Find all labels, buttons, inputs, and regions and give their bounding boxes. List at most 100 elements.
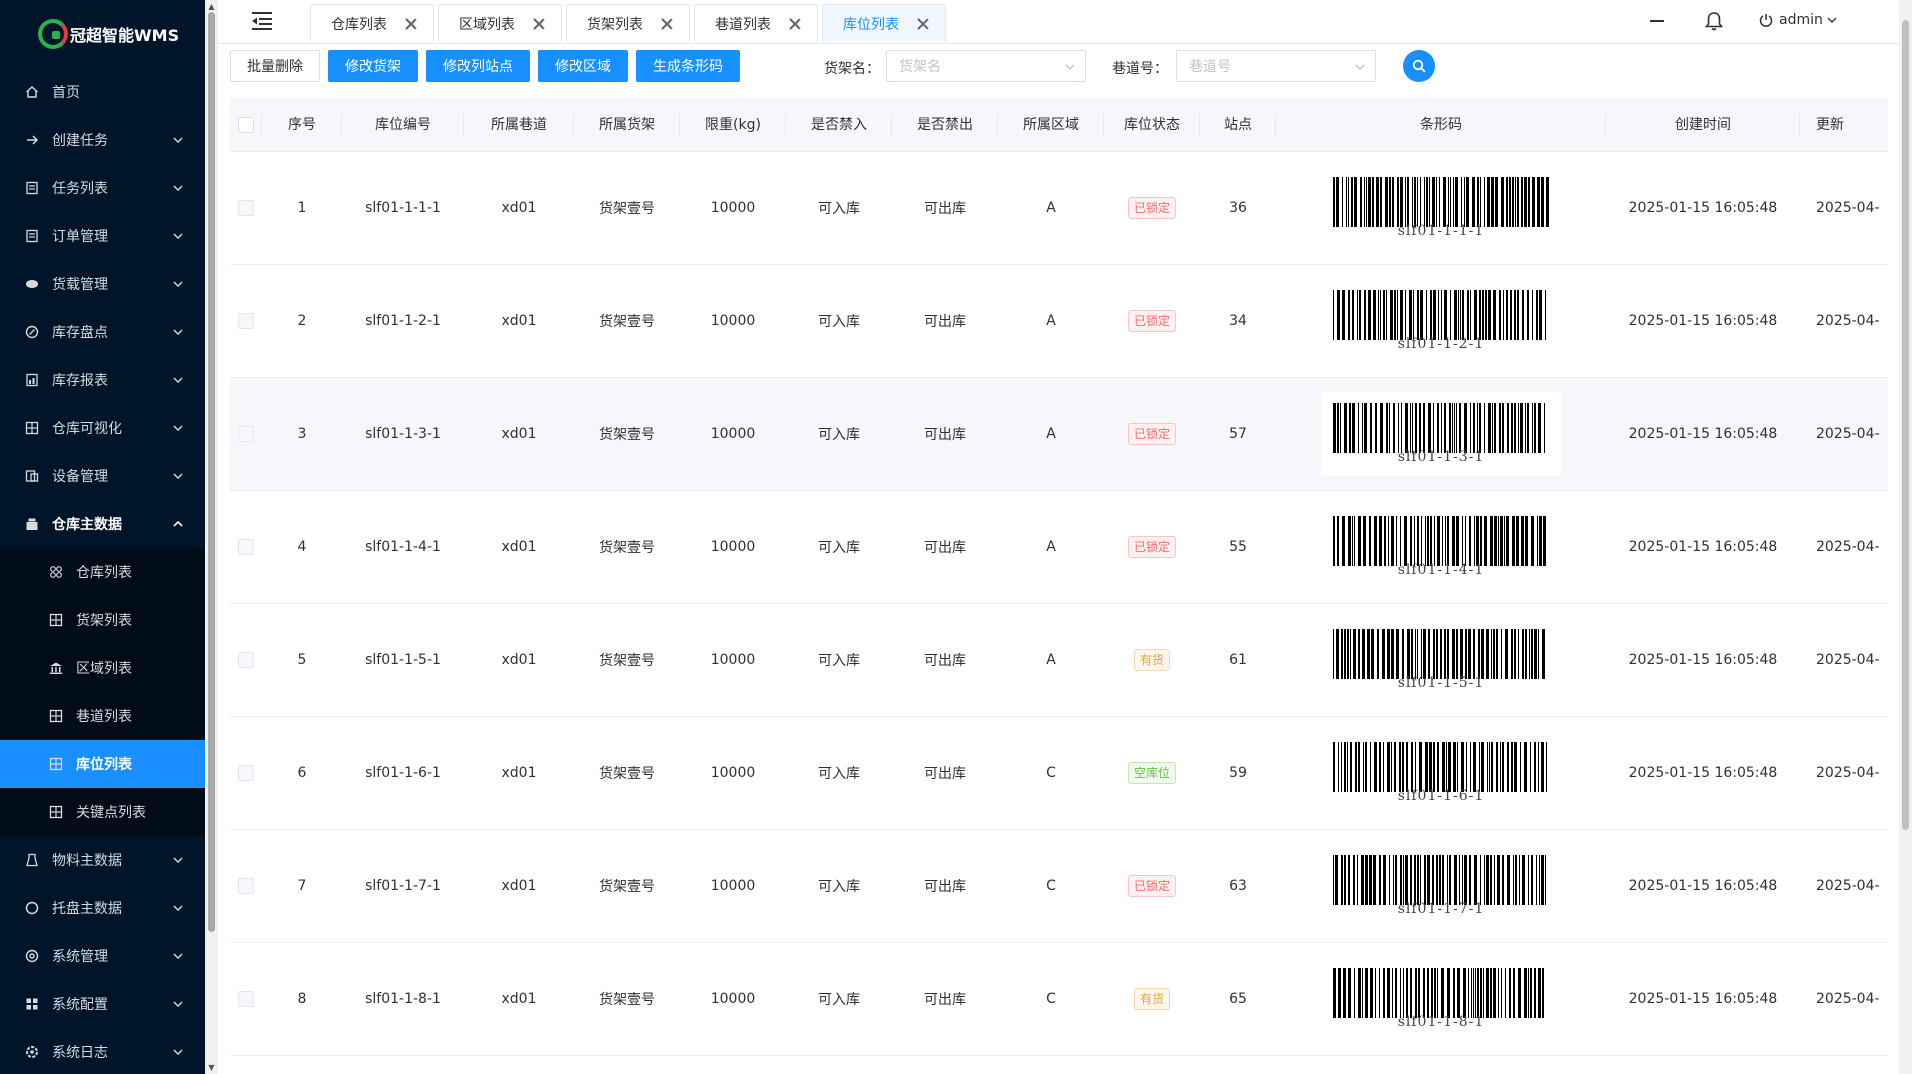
lane-select[interactable]: 巷道号 [1176, 50, 1376, 82]
close-icon[interactable] [405, 18, 417, 30]
sidebar-item-label: 库存盘点 [52, 325, 108, 341]
sidebar-item-sidebar-subitems-5[interactable]: 关键点列表 [0, 788, 205, 836]
sidebar-item-label: 任务列表 [52, 181, 108, 197]
sidebar-item-sidebar-items_after-3[interactable]: 系统配置 [0, 980, 205, 1028]
tab-2[interactable]: 货架列表 [566, 4, 690, 42]
shelf-select[interactable]: 货架名 [886, 50, 1086, 82]
sidebar-item-sidebar-items-4[interactable]: 货载管理 [0, 260, 205, 308]
table-row[interactable]: 5 slf01-1-5-1 xd01 货架壹号 10000 可入库 可出库 A 有货 61 slf0… [230, 604, 1888, 717]
select-all-checkbox[interactable] [238, 116, 254, 133]
tab-0[interactable]: 仓库列表 [310, 4, 434, 42]
menu-collapse-icon[interactable] [250, 10, 274, 32]
sidebar-item-sidebar-items-5[interactable]: 库存盘点 [0, 308, 205, 356]
sidebar-item-sidebar-items-1[interactable]: 创建任务 [0, 116, 205, 164]
barcode-text: slf01-1-1-1 [1397, 223, 1485, 239]
search-button[interactable] [1403, 50, 1435, 82]
sidebar-item-sidebar-items-7[interactable]: 仓库可视化 [0, 404, 205, 452]
check-circle-icon [24, 324, 40, 340]
sidebar-item-label: 物料主数据 [52, 853, 122, 869]
generate-barcode-button[interactable]: 生成条形码 [636, 50, 740, 82]
sidebar-item-sidebar-items-0[interactable]: 首页 [0, 68, 205, 116]
logo[interactable]: 冠超智能WMS [0, 0, 205, 68]
close-icon[interactable] [917, 18, 929, 30]
row-checkbox[interactable] [238, 652, 254, 668]
close-icon[interactable] [533, 18, 545, 30]
scroll-down-arrow[interactable]: ▼ [207, 1063, 216, 1072]
cluster-icon [48, 564, 64, 580]
close-icon[interactable] [661, 18, 673, 30]
column-header: 是否禁出 [892, 98, 998, 152]
column-header: 是否禁入 [786, 98, 892, 152]
sidebar-item-sidebar-items_after-4[interactable]: 系统日志 [0, 1028, 205, 1074]
report-icon [24, 372, 40, 388]
scroll-up-arrow[interactable]: ▲ [207, 2, 216, 11]
cell-updated-time: 2025-04- [1816, 426, 1880, 442]
sidebar-item-sidebar-items-6[interactable]: 库存报表 [0, 356, 205, 404]
minimize-icon[interactable] [1650, 20, 1664, 22]
row-checkbox[interactable] [238, 991, 254, 1007]
sidebar-item-sidebar-subitems-0[interactable]: 仓库列表 [0, 548, 205, 596]
table-row[interactable]: 6 slf01-1-6-1 xd01 货架壹号 10000 可入库 可出库 C 空库位 59 slf… [230, 717, 1888, 830]
sidebar-item-label: 系统日志 [52, 1045, 108, 1061]
cell-status: 空库位 [1104, 762, 1200, 784]
sidebar-item-sidebar-subitems-4[interactable]: 库位列表 [0, 740, 205, 788]
checkbox-cell [230, 652, 262, 668]
table-row[interactable]: 2 slf01-1-2-1 xd01 货架壹号 10000 可入库 可出库 A 已锁定 34 slf… [230, 265, 1888, 378]
sidebar-item-sidebar-items-2[interactable]: 任务列表 [0, 164, 205, 212]
scrollbar-thumb[interactable] [208, 12, 215, 932]
row-checkbox[interactable] [238, 539, 254, 555]
sidebar-item-sidebar-items-9[interactable]: 仓库主数据 [0, 500, 205, 548]
page-scrollbar-thumb[interactable] [1902, 20, 1909, 830]
sidebar-item-label: 系统配置 [52, 997, 108, 1013]
edit-site-button[interactable]: 修改列站点 [426, 50, 530, 82]
row-checkbox[interactable] [238, 765, 254, 781]
cell-status: 已锁定 [1104, 423, 1200, 445]
sidebar-item-sidebar-items_after-1[interactable]: 托盘主数据 [0, 884, 205, 932]
cell-inbound: 可入库 [818, 653, 860, 669]
row-checkbox[interactable] [238, 426, 254, 442]
circle-icon [24, 900, 40, 916]
user-menu[interactable]: admin [1759, 12, 1837, 28]
page-scrollbar[interactable] [1899, 0, 1912, 1074]
chevron-down-icon [173, 473, 183, 479]
sidebar-item-sidebar-items-3[interactable]: 订单管理 [0, 212, 205, 260]
cell-created-time: 2025-01-15 16:05:48 [1628, 765, 1778, 781]
tab-1[interactable]: 区域列表 [438, 4, 562, 42]
tab-label: 区域列表 [459, 16, 515, 33]
sidebar-item-sidebar-items_after-0[interactable]: 物料主数据 [0, 836, 205, 884]
sidebar-item-sidebar-subitems-1[interactable]: 货架列表 [0, 596, 205, 644]
cell-barcode: slf01-1-8-1 [1276, 957, 1606, 1041]
table-row[interactable]: 7 slf01-1-7-1 xd01 货架壹号 10000 可入库 可出库 C 已锁定 63 slf… [230, 830, 1888, 943]
cell-weight-limit: 10000 [710, 652, 756, 668]
barcode-text: slf01-1-3-1 [1397, 449, 1485, 465]
sidebar-item-sidebar-items_after-2[interactable]: 系统管理 [0, 932, 205, 980]
sidebar-item-sidebar-subitems-2[interactable]: 区域列表 [0, 644, 205, 692]
row-checkbox[interactable] [238, 200, 254, 216]
cell-barcode: slf01-1-3-1 [1276, 392, 1606, 476]
edit-shelf-button[interactable]: 修改货架 [328, 50, 418, 82]
logo-icon [38, 19, 68, 49]
batch-delete-button[interactable]: 批量删除 [230, 50, 320, 82]
close-icon[interactable] [789, 18, 801, 30]
row-checkbox[interactable] [238, 878, 254, 894]
chevron-down-icon [1827, 17, 1837, 23]
table-body: 1 slf01-1-1-1 xd01 货架壹号 10000 可入库 可出库 A 已锁定 36 slf… [230, 152, 1888, 1056]
sidebar-scrollbar[interactable]: ▲ ▼ [205, 0, 218, 1074]
chevron-down-icon [173, 137, 183, 143]
table-row[interactable]: 4 slf01-1-4-1 xd01 货架壹号 10000 可入库 可出库 A 已锁定 55 slf… [230, 491, 1888, 604]
row-checkbox[interactable] [238, 313, 254, 329]
table-row[interactable]: 1 slf01-1-1-1 xd01 货架壹号 10000 可入库 可出库 A 已锁定 36 slf… [230, 152, 1888, 265]
tab-3[interactable]: 巷道列表 [694, 4, 818, 42]
bell-icon[interactable] [1705, 11, 1723, 31]
cell-created-time: 2025-01-15 16:05:48 [1628, 878, 1778, 894]
cell-weight-limit: 10000 [710, 426, 756, 442]
edit-area-button[interactable]: 修改区域 [538, 50, 628, 82]
table-row[interactable]: 3 slf01-1-3-1 xd01 货架壹号 10000 可入库 可出库 A 已锁定 57 slf… [230, 378, 1888, 491]
tab-4[interactable]: 库位列表 [822, 4, 946, 42]
table-viewport: 序号 库位编号 所属巷道 所属货架 限重(kg) 是否禁入 是否禁出 所属区域 库位状态 站点 条形… [230, 98, 1888, 1074]
sidebar-item-sidebar-items-8[interactable]: 设备管理 [0, 452, 205, 500]
table-row[interactable]: 8 slf01-1-8-1 xd01 货架壹号 10000 可入库 可出库 C 有货 65 slf0… [230, 943, 1888, 1056]
sidebar-item-label: 仓库列表 [76, 565, 132, 581]
cell-weight-limit: 10000 [710, 313, 756, 329]
sidebar-item-sidebar-subitems-3[interactable]: 巷道列表 [0, 692, 205, 740]
